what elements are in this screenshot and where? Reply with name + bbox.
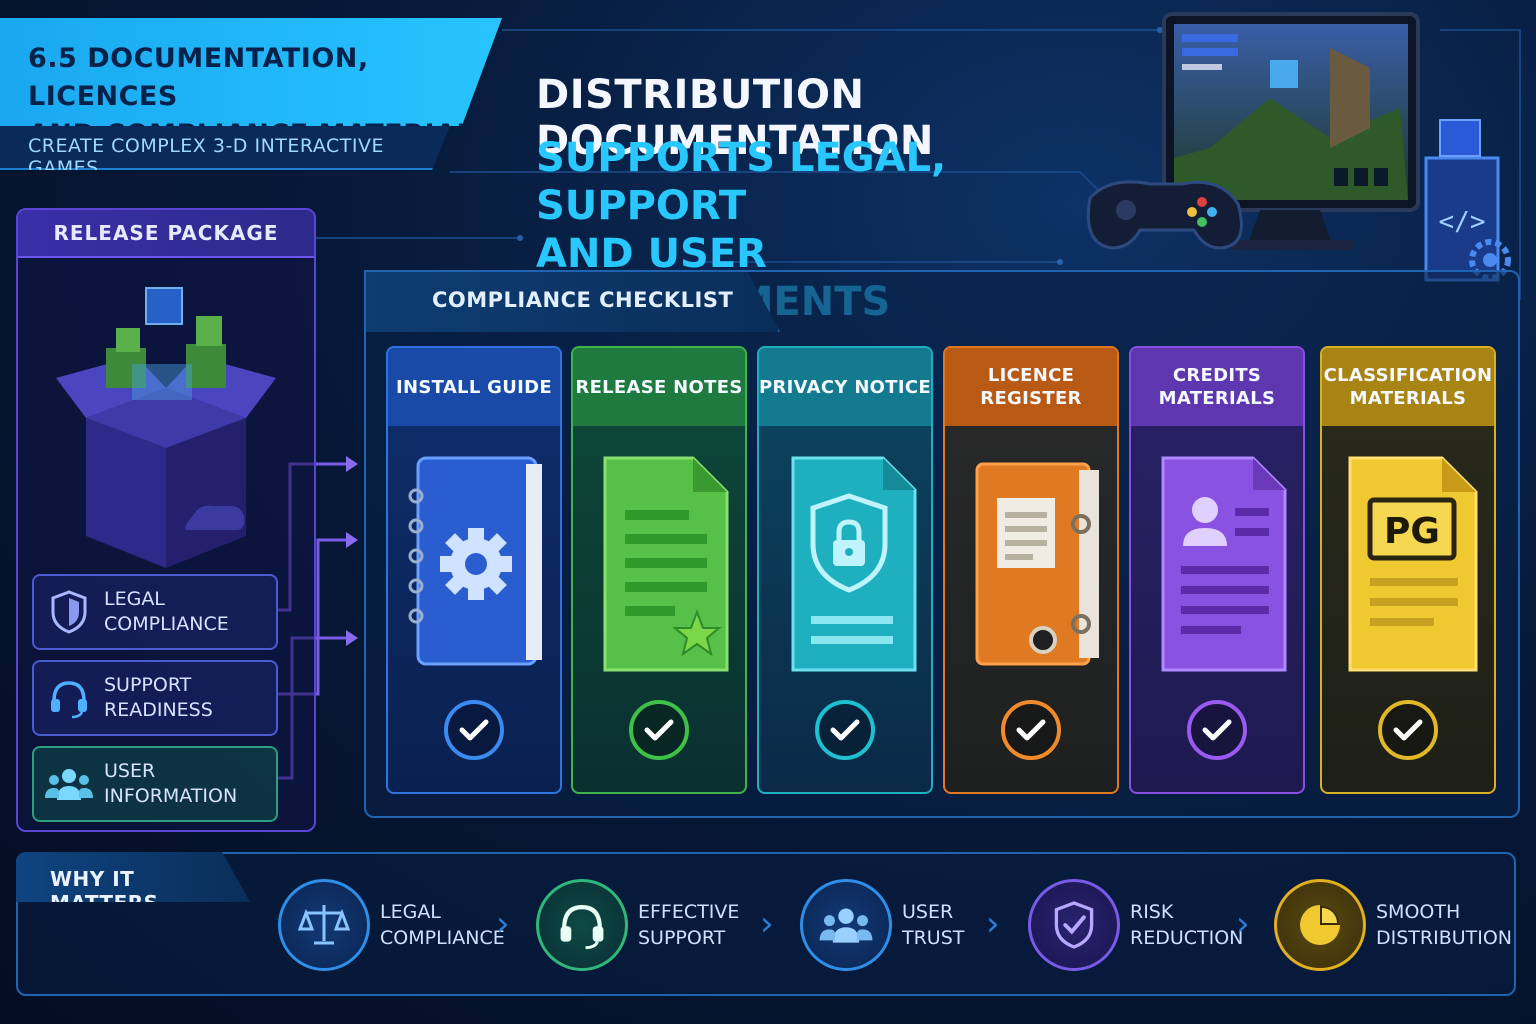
release-package-title: RELEASE PACKAGE <box>18 210 314 258</box>
checklist-card-credits-materials: CREDITS MATERIALS <box>1129 346 1305 794</box>
card-title: CREDITS MATERIALS <box>1131 348 1303 426</box>
checklist-card-privacy-notice: PRIVACY NOTICE <box>757 346 933 794</box>
benefit-legal-compliance: LEGAL COMPLIANCE <box>278 878 505 972</box>
credits-icon <box>1161 456 1287 672</box>
licence-register-icon <box>975 462 1099 666</box>
card-title: CLASSIFICATION MATERIALS <box>1322 348 1494 426</box>
scales-icon <box>278 879 370 971</box>
benefit-label: USER TRUST <box>902 901 965 949</box>
release-item-legal-compliance: LEGAL COMPLIANCE <box>32 574 278 650</box>
users-icon <box>800 879 892 971</box>
pie-chart-icon <box>1274 879 1366 971</box>
game-setup-illustration: </> <box>1086 12 1511 282</box>
check-icon <box>629 700 689 760</box>
shield-icon <box>51 590 87 634</box>
chevron-right-icon: › <box>760 904 774 944</box>
card-title: RELEASE NOTES <box>573 348 745 426</box>
rating-text: PG <box>1384 511 1440 552</box>
shield-check-icon <box>1028 879 1120 971</box>
headset-icon <box>536 879 628 971</box>
check-icon <box>1001 700 1061 760</box>
checklist-card-install-guide: INSTALL GUIDE <box>386 346 562 794</box>
section-badge: 6.5 DOCUMENTATION, LICENCES AND COMPLIAN… <box>0 18 502 126</box>
card-title: PRIVACY NOTICE <box>759 348 931 426</box>
benefit-user-trust: USER TRUST <box>800 878 964 972</box>
benefit-label: EFFECTIVE SUPPORT <box>638 901 740 949</box>
privacy-notice-icon <box>791 456 917 672</box>
card-title: INSTALL GUIDE <box>388 348 560 426</box>
release-item-label: USER INFORMATION <box>104 760 238 807</box>
check-icon <box>444 700 504 760</box>
checklist-card-classification-materials: CLASSIFICATION MATERIALS PG <box>1320 346 1496 794</box>
benefit-smooth-distribution: SMOOTH DISTRIBUTION <box>1274 878 1512 972</box>
benefit-label: RISK REDUCTION <box>1130 901 1244 949</box>
release-item-support-readiness: SUPPORT READINESS <box>32 660 278 736</box>
benefit-risk-reduction: RISK REDUCTION <box>1028 878 1243 972</box>
release-notes-icon <box>603 456 729 672</box>
chevron-right-icon: › <box>986 904 1000 944</box>
release-item-label: SUPPORT READINESS <box>104 674 213 721</box>
checklist-card-licence-register: LICENCE REGISTER <box>943 346 1119 794</box>
chevron-right-icon: › <box>1236 904 1250 944</box>
game-package-box-icon <box>56 287 276 568</box>
users-icon <box>45 769 93 800</box>
benefit-label: SMOOTH DISTRIBUTION <box>1376 901 1513 949</box>
card-title: LICENCE REGISTER <box>945 348 1117 426</box>
release-item-user-information: USER INFORMATION <box>32 746 278 822</box>
classification-icon: PG <box>1348 456 1478 672</box>
section-subtitle: CREATE COMPLEX 3-D INTERACTIVE GAMES <box>0 126 450 170</box>
release-package-panel: RELEASE PACKAGE LEGAL COMPLIANCE SUPPORT… <box>16 208 316 832</box>
check-icon <box>1378 700 1438 760</box>
check-icon <box>1187 700 1247 760</box>
why-it-matters-title: WHY IT MATTERS <box>16 852 250 902</box>
headset-icon <box>51 681 87 719</box>
release-item-label: LEGAL COMPLIANCE <box>104 588 229 635</box>
checklist-card-release-notes: RELEASE NOTES <box>571 346 747 794</box>
benefit-label: LEGAL COMPLIANCE <box>380 901 505 949</box>
compliance-checklist-title: COMPLIANCE CHECKLIST <box>364 270 780 332</box>
chevron-right-icon: › <box>496 904 510 944</box>
benefit-effective-support: EFFECTIVE SUPPORT <box>536 878 739 972</box>
check-icon <box>815 700 875 760</box>
svg-text:</>: </> <box>1439 207 1486 237</box>
install-guide-icon <box>408 456 542 666</box>
